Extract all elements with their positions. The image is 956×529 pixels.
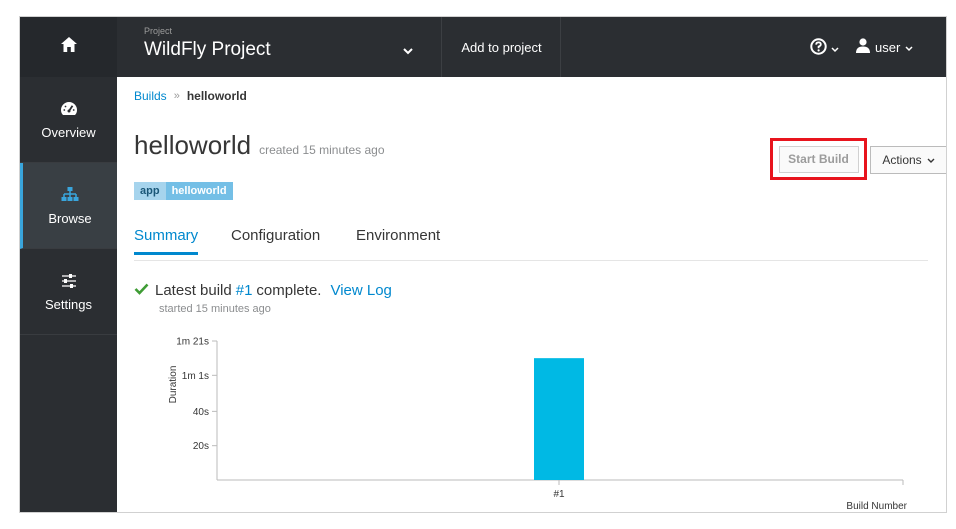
top-navbar: Project WildFly Project Add to project u… xyxy=(20,17,946,77)
actions-label: Actions xyxy=(882,153,922,167)
breadcrumb-separator: » xyxy=(173,90,180,102)
chevron-down-icon xyxy=(927,153,935,167)
created-timestamp: created 15 minutes ago xyxy=(259,143,385,157)
breadcrumb: Builds » helloworld xyxy=(134,89,247,103)
y-tick-label: 1m 1s xyxy=(182,371,209,382)
x-tick-label: #1 xyxy=(553,489,565,500)
user-name: user xyxy=(875,39,901,55)
latest-build-status: Latest build #1 complete. View Log xyxy=(134,282,392,299)
label-value: helloworld xyxy=(165,182,233,200)
user-menu[interactable]: user xyxy=(856,38,913,56)
tab-configuration[interactable]: Configuration xyxy=(231,227,320,252)
openshift-console-window: Project WildFly Project Add to project u… xyxy=(19,16,947,513)
project-name: WildFly Project xyxy=(144,39,271,60)
check-icon xyxy=(134,282,149,299)
breadcrumb-builds-link[interactable]: Builds xyxy=(134,89,167,103)
build-started-time: started 15 minutes ago xyxy=(159,303,271,315)
chevron-down-icon xyxy=(403,42,413,60)
help-menu[interactable] xyxy=(810,38,839,60)
dashboard-icon xyxy=(20,101,117,117)
label-badge[interactable]: app helloworld xyxy=(134,182,233,200)
y-tick-label: 40s xyxy=(193,407,209,418)
sidebar-item-overview[interactable]: Overview xyxy=(20,77,117,163)
page-title: helloworld created 15 minutes ago xyxy=(134,130,385,161)
sidebar-item-label: Settings xyxy=(45,297,92,312)
tab-summary[interactable]: Summary xyxy=(134,227,199,255)
side-nav: Overview Browse Settings xyxy=(20,77,117,512)
build-number-link[interactable]: #1 xyxy=(236,282,253,299)
sitemap-icon xyxy=(23,187,117,203)
view-log-link[interactable]: View Log xyxy=(330,282,391,299)
project-switcher[interactable]: Project WildFly Project xyxy=(117,17,442,77)
main-content: Builds » helloworld helloworld created 1… xyxy=(117,77,946,513)
y-axis-title: Duration xyxy=(168,366,179,404)
question-circle-icon xyxy=(810,38,827,60)
sidebar-item-browse[interactable]: Browse xyxy=(20,163,117,249)
status-prefix: Latest build xyxy=(155,282,232,299)
home-icon xyxy=(60,37,77,57)
tab-bar: Summary Configuration Environment xyxy=(134,217,928,261)
sliders-icon xyxy=(20,273,117,289)
tab-environment[interactable]: Environment xyxy=(356,227,440,252)
bar-build-1 xyxy=(534,358,584,480)
build-duration-chart: 20s40s1m 1s1m 21sDuration#1Build NumberC… xyxy=(131,321,931,513)
sidebar-item-label: Overview xyxy=(41,125,96,140)
chart-svg: 20s40s1m 1s1m 21sDuration#1Build NumberC… xyxy=(168,337,908,513)
sidebar-item-settings[interactable]: Settings xyxy=(20,249,117,335)
y-tick-label: 1m 21s xyxy=(176,337,209,348)
project-caption: Project xyxy=(144,26,173,36)
home-button[interactable] xyxy=(20,17,117,77)
start-build-highlight: Start Build xyxy=(770,138,867,180)
breadcrumb-current: helloworld xyxy=(186,89,247,103)
y-tick-label: 20s xyxy=(193,441,209,452)
x-axis-title: Build Number xyxy=(846,501,907,512)
start-build-button[interactable]: Start Build xyxy=(778,145,859,173)
user-icon xyxy=(856,38,870,56)
chevron-down-icon xyxy=(905,40,913,55)
status-suffix: complete. xyxy=(256,282,322,299)
add-to-project-button[interactable]: Add to project xyxy=(443,17,561,77)
label-key: app xyxy=(134,182,166,200)
build-config-name: helloworld xyxy=(134,130,252,160)
sidebar-item-label: Browse xyxy=(48,211,92,226)
actions-dropdown[interactable]: Actions xyxy=(870,146,946,174)
chevron-down-icon xyxy=(831,40,839,58)
